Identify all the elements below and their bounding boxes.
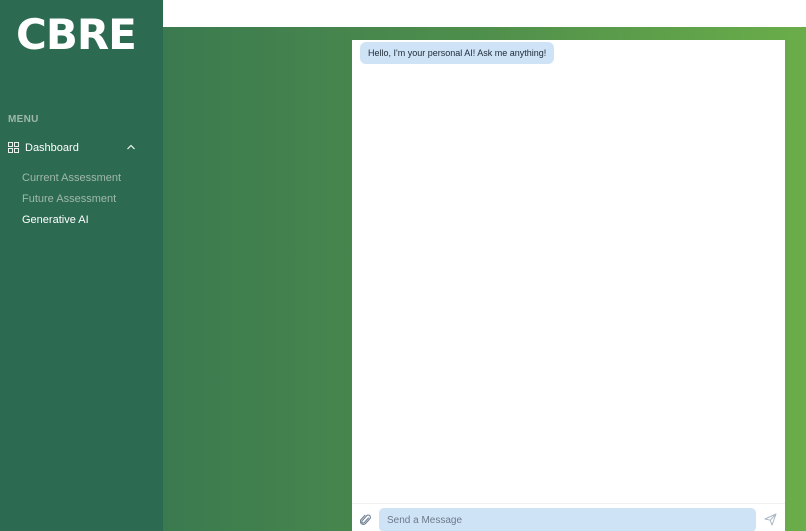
sidebar-subitem-generative-ai[interactable]: Generative AI [22, 214, 89, 226]
sidebar-item-label: Dashboard [25, 142, 79, 154]
brand-logo: CBRE [16, 10, 137, 59]
menu-heading: MENU [8, 114, 39, 125]
chat-panel: Hello, I'm your personal AI! Ask me anyt… [352, 40, 785, 531]
sidebar-item-dashboard[interactable]: Dashboard [0, 136, 163, 160]
message-input[interactable] [379, 508, 756, 531]
top-bar [163, 0, 806, 27]
sidebar-subitem-current-assessment[interactable]: Current Assessment [22, 172, 121, 184]
chat-input-bar [352, 503, 785, 531]
sidebar: CBRE MENU Dashboard Current Assessment F… [0, 0, 163, 531]
sidebar-subitem-future-assessment[interactable]: Future Assessment [22, 193, 116, 205]
ai-greeting-message: Hello, I'm your personal AI! Ask me anyt… [360, 42, 555, 64]
